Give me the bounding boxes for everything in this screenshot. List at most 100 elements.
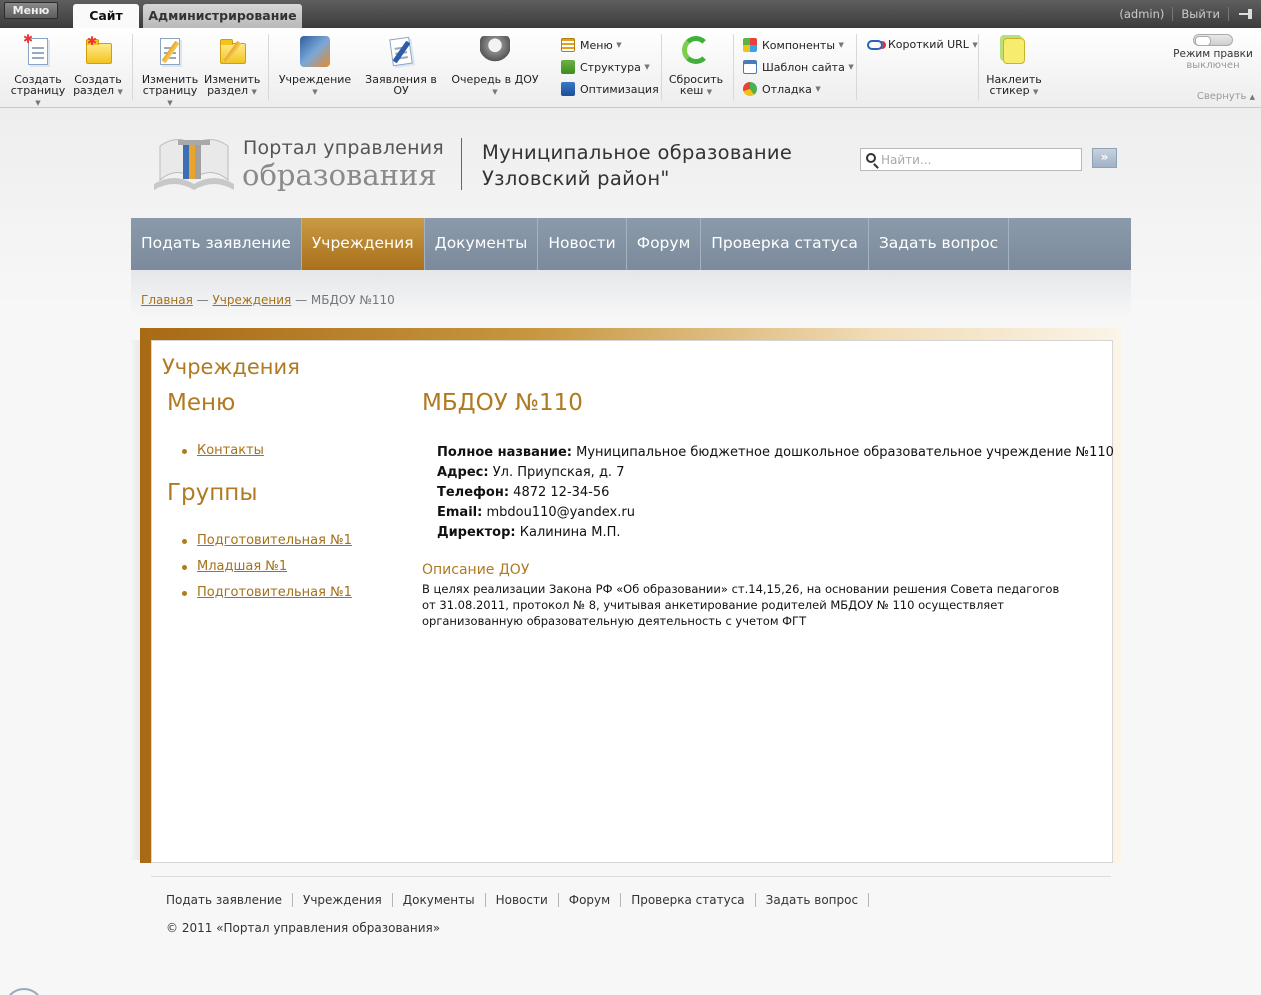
- footer-link[interactable]: Учреждения: [293, 893, 393, 907]
- logo-title-line2: образования: [242, 158, 437, 192]
- collapse-toolbar-link[interactable]: Свернуть ▲: [1197, 91, 1255, 102]
- list-item: Контакты: [182, 443, 264, 469]
- clear-cache-button[interactable]: Сбросить кеш ▼: [666, 34, 726, 98]
- footer-navigation: Подать заявление Учреждения Документы Но…: [166, 893, 870, 907]
- menu-list-icon: [561, 38, 575, 52]
- detail-row: Телефон: 4872 12-34-56: [437, 485, 610, 500]
- edit-mode-label: Режим правки: [1173, 48, 1253, 60]
- footer-divider: [151, 876, 1111, 877]
- seo-icon: [561, 82, 575, 96]
- applications-button[interactable]: Заявления в ОУ: [358, 34, 444, 96]
- group-link[interactable]: Младшая №1: [197, 559, 287, 574]
- edit-mode-toggle[interactable]: Режим правки выключен: [1171, 34, 1255, 72]
- search-input[interactable]: [881, 151, 1077, 168]
- detail-row: Email: mbdou110@yandex.ru: [437, 505, 635, 520]
- nav-check-status[interactable]: Проверка статуса: [701, 218, 869, 270]
- list-item: Подготовительная №1: [182, 533, 352, 559]
- edit-page-button[interactable]: Изменить страницу ▼: [140, 34, 200, 109]
- edit-section-button[interactable]: Изменить раздел ▼: [204, 34, 260, 98]
- detail-row: Адрес: Ул. Приупская, д. 7: [437, 465, 625, 480]
- toggle-switch[interactable]: [1193, 34, 1233, 46]
- template-window-icon: [743, 60, 757, 74]
- admin-top-bar: Меню Сайт Администрирование (admin) Выйт…: [0, 0, 1261, 28]
- nav-forum[interactable]: Форум: [627, 218, 702, 270]
- nav-ask-question[interactable]: Задать вопрос: [869, 218, 1010, 270]
- template-dropdown[interactable]: Шаблон сайта ▼: [743, 60, 854, 74]
- short-url-dropdown[interactable]: Короткий URL ▼: [867, 38, 978, 51]
- institution-title: МБДОУ №110: [422, 390, 583, 416]
- footer-link[interactable]: Форум: [559, 893, 622, 907]
- create-page-button[interactable]: ✱ Создать страницу ▼: [8, 33, 68, 109]
- footer-link[interactable]: Подать заявление: [166, 893, 293, 907]
- breadcrumb: Главная — Учреждения — МБДОУ №110: [141, 293, 395, 307]
- admin-toolbar: ✱ Создать страницу ▼ ✱ Создать раздел ▼ Из…: [0, 28, 1261, 108]
- user-name-link[interactable]: (admin): [1119, 7, 1164, 21]
- new-page-icon: ✱: [21, 33, 55, 70]
- queue-button[interactable]: Очередь в ДОУ ▼: [448, 34, 542, 98]
- toolbar-divider: [856, 34, 857, 100]
- edit-mode-state: выключен: [1186, 60, 1240, 71]
- footer-link[interactable]: Проверка статуса: [621, 893, 756, 907]
- detail-row: Директор: Калинина М.П.: [437, 525, 621, 540]
- tab-administration[interactable]: Администрирование: [143, 4, 302, 28]
- breadcrumb-current: МБДОУ №110: [310, 293, 395, 307]
- municipality-title: Муниципальное образование Узловский райо…: [482, 141, 793, 190]
- logout-link[interactable]: Выйти: [1181, 7, 1220, 21]
- search-icon: [866, 153, 876, 163]
- panel-shadow: [130, 340, 140, 860]
- list-item: Младшая №1: [182, 559, 352, 585]
- edit-page-icon: [153, 34, 187, 70]
- logo-title-line1: Портал управления: [243, 137, 444, 159]
- nav-institutions[interactable]: Учреждения: [301, 218, 425, 270]
- nav-documents[interactable]: Документы: [425, 218, 539, 270]
- add-sticker-button[interactable]: Наклеить стикер ▼: [984, 34, 1044, 98]
- institution-icon: [298, 34, 332, 70]
- institution-details: Полное название: Муниципальное бюджетное…: [437, 443, 1114, 543]
- description-text: В целях реализации Закона РФ «Об образов…: [422, 582, 1060, 628]
- nav-submit-application[interactable]: Подать заявление: [131, 218, 302, 270]
- people-queue-icon: [478, 34, 512, 70]
- group-link[interactable]: Подготовительная №1: [197, 585, 352, 600]
- breadcrumb-section-link[interactable]: Учреждения: [212, 293, 291, 307]
- list-item: Подготовительная №1: [182, 585, 352, 611]
- link-chain-icon: [867, 39, 883, 50]
- search-box: [860, 148, 1082, 171]
- pin-icon[interactable]: [1239, 9, 1253, 19]
- create-section-button[interactable]: ✱ Создать раздел ▼: [72, 34, 124, 98]
- sticker-note-icon: [997, 34, 1031, 70]
- application-form-icon: [384, 34, 418, 70]
- refresh-icon: [679, 34, 713, 70]
- institution-button[interactable]: Учреждение ▼: [276, 34, 354, 98]
- footer-link[interactable]: Задать вопрос: [756, 893, 870, 907]
- user-panel: (admin) Выйти: [1119, 7, 1253, 21]
- breadcrumb-home-link[interactable]: Главная: [141, 293, 193, 307]
- new-folder-icon: ✱: [81, 34, 115, 70]
- edit-folder-icon: [215, 34, 249, 70]
- footer-link[interactable]: Документы: [393, 893, 486, 907]
- nav-news[interactable]: Новости: [538, 218, 627, 270]
- toolbar-divider: [978, 34, 979, 100]
- detail-row: Полное название: Муниципальное бюджетное…: [437, 445, 1114, 460]
- group-link[interactable]: Подготовительная №1: [197, 533, 352, 548]
- site-logo[interactable]: Портал управления образования: [150, 130, 450, 200]
- header-divider: [461, 138, 462, 190]
- footer-link[interactable]: Новости: [486, 893, 559, 907]
- book-logo-icon: [154, 139, 234, 190]
- sidebar-menu-list: Контакты: [182, 443, 264, 469]
- components-dropdown[interactable]: Компоненты ▼: [743, 38, 844, 52]
- toolbar-divider: [268, 34, 269, 100]
- admin-menu-button[interactable]: Меню: [4, 2, 58, 19]
- sidebar-groups-list: Подготовительная №1 Младшая №1 Подготови…: [182, 533, 352, 611]
- optimization-button[interactable]: Оптимизация: [561, 82, 659, 96]
- menu-dropdown[interactable]: Меню ▼: [561, 38, 622, 52]
- tab-site[interactable]: Сайт: [73, 4, 139, 28]
- search-submit-button[interactable]: »: [1092, 148, 1117, 168]
- sidebar-link-contacts[interactable]: Контакты: [197, 443, 264, 458]
- debug-dropdown[interactable]: Отладка ▼: [743, 82, 821, 96]
- sidebar-menu-heading: Меню: [167, 390, 236, 416]
- toolbar-divider: [132, 34, 133, 100]
- gauge-icon: [743, 82, 757, 96]
- toolbar-divider: [661, 34, 662, 100]
- structure-dropdown[interactable]: Структура ▼: [561, 60, 650, 74]
- divider: [1172, 7, 1174, 21]
